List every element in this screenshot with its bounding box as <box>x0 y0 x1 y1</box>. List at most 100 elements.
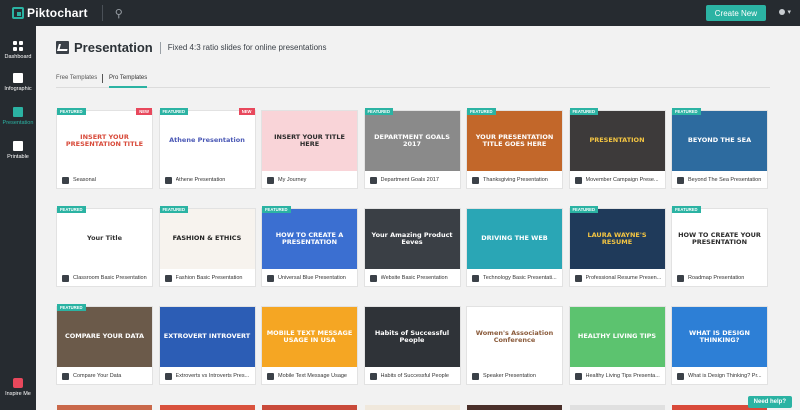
featured-badge: FEATURED <box>672 108 701 115</box>
template-thumbnail[interactable]: HOW TO CREATE A PRESENTATION <box>262 209 357 269</box>
template-card[interactable]: FASHION & ETHICS FEATURED Fashion Basic Pr… <box>159 206 255 286</box>
thumbnail-title: DRIVING THE WEB <box>481 234 548 243</box>
thumbnail-title: HOW TO CREATE A PRESENTATION <box>275 230 344 246</box>
template-card-partial[interactable] <box>569 405 665 410</box>
inspire-me-button[interactable]: Inspire Me <box>0 378 36 408</box>
template-card[interactable]: HOW TO CREATE YOUR PRESENTATION FEATURED R… <box>672 206 767 286</box>
active-tab-indicator <box>109 86 147 88</box>
presentation-type-icon <box>369 275 377 282</box>
presentation-type-icon <box>677 373 684 380</box>
presentation-type-icon <box>574 373 582 380</box>
template-thumbnail[interactable]: INSERT YOUR TITLE HERE <box>262 111 357 171</box>
template-thumbnail[interactable]: BEYOND THE SEA <box>672 111 767 171</box>
template-thumbnail[interactable]: DRIVING THE WEB <box>467 209 562 269</box>
thumbnail-title: DEPARTMENT GOALS 2017 <box>374 132 450 148</box>
template-thumbnail[interactable]: EXTROVERT INTROVERT <box>159 307 255 367</box>
featured-badge: FEATURED <box>159 206 188 213</box>
template-name: Professional Resume Presen... <box>585 275 662 281</box>
template-thumbnail[interactable]: Athene Presentation <box>159 111 255 171</box>
template-name: Fashion Basic Presentation <box>175 275 243 281</box>
template-card-partial[interactable] <box>364 405 460 410</box>
presentation-type-icon <box>472 275 479 282</box>
template-thumbnail[interactable]: YOUR PRESENTATION TITLE GOES HERE <box>467 111 562 171</box>
template-thumbnail[interactable]: WHAT IS DESIGN THINKING? <box>672 307 767 367</box>
search-icon[interactable]: ⚲ <box>115 7 123 20</box>
template-card[interactable]: HEALTHY LIVING TIPS Healthy Living Tips P… <box>569 307 665 384</box>
thumbnail-title: INSERT YOUR PRESENTATION TITLE <box>65 132 144 148</box>
template-card-partial[interactable] <box>467 405 562 410</box>
template-card[interactable]: INSERT YOUR TITLE HERE My Journey <box>262 111 357 188</box>
template-thumbnail[interactable]: Your Amazing Product Eeves <box>364 209 460 269</box>
presentation-type-icon <box>369 373 377 380</box>
template-name: Thanksgiving Presentation <box>483 177 548 183</box>
featured-badge: FEATURED <box>569 206 598 213</box>
presentation-type-icon <box>677 177 684 184</box>
template-thumbnail[interactable]: Your Title <box>57 209 152 269</box>
template-card[interactable]: Women's Association Conference Speaker Pr… <box>467 307 562 384</box>
user-menu[interactable]: ▾ <box>779 8 791 16</box>
template-card[interactable]: DEPARTMENT GOALS 2017 FEATURED Department … <box>364 108 460 188</box>
create-new-button[interactable]: Create New <box>705 5 766 21</box>
user-icon <box>779 9 786 15</box>
presentation-type-icon <box>62 177 69 184</box>
top-bar: Piktochart ⚲ Create New ▾ <box>0 0 800 26</box>
template-thumbnail[interactable]: INSERT YOUR PRESENTATION TITLE <box>57 111 152 171</box>
tab-pro-templates[interactable]: Pro Templates <box>109 75 147 81</box>
presentation-type-icon <box>267 177 274 184</box>
template-name: Extroverts vs Introverts Pres... <box>175 373 250 379</box>
template-thumbnail[interactable]: LAURA WAYNE'S RESUME <box>569 209 665 269</box>
presentation-type-icon <box>574 275 582 282</box>
sidebar-item-label: Printable <box>7 153 29 160</box>
template-thumbnail[interactable]: HOW TO CREATE YOUR PRESENTATION <box>672 209 767 269</box>
template-thumbnail[interactable]: DEPARTMENT GOALS 2017 <box>364 111 460 171</box>
template-card[interactable]: MOBILE TEXT MESSAGE USAGE IN USA Mobile T… <box>262 307 357 384</box>
template-card[interactable]: EXTROVERT INTROVERT Extroverts vs Introve… <box>159 307 255 384</box>
template-card[interactable]: HOW TO CREATE A PRESENTATION FEATURED Univ… <box>262 206 357 286</box>
template-card[interactable]: PRESENTATION FEATURED Movember Campaign Pr… <box>569 108 665 188</box>
template-thumbnail[interactable]: PRESENTATION <box>569 111 665 171</box>
template-thumbnail[interactable]: HEALTHY LIVING TIPS <box>569 307 665 367</box>
template-card[interactable]: YOUR PRESENTATION TITLE GOES HERE FEATURE… <box>467 108 562 188</box>
thumbnail-title: Your Amazing Product Eeves <box>371 230 453 246</box>
template-name: Speaker Presentation <box>483 373 536 379</box>
template-card[interactable]: Habits of Successful People Habits of Suc… <box>364 307 460 384</box>
sidebar-item-dashboard[interactable]: Dashboard <box>0 32 36 68</box>
sidebar-item-label: Dashboard <box>4 53 32 60</box>
sidebar-item-printable[interactable]: Printable <box>0 132 36 168</box>
template-thumbnail[interactable]: Women's Association Conference <box>467 307 562 367</box>
featured-badge: FEATURED <box>672 206 701 213</box>
presentation-type-icon <box>164 177 172 184</box>
tab-free-templates[interactable]: Free Templates <box>56 75 97 81</box>
template-tabs: Free Templates Pro Templates <box>56 72 770 88</box>
template-card[interactable]: Your Title FEATURED Classroom Basic Presen… <box>57 206 152 286</box>
template-thumbnail[interactable]: FASHION & ETHICS <box>159 209 255 269</box>
logo[interactable]: Piktochart <box>12 6 88 20</box>
sidebar-item-presentation[interactable]: Presentation <box>0 98 36 134</box>
sidebar-item-infographic[interactable]: Infographic <box>0 64 36 100</box>
template-name: Compare Your Data <box>73 373 122 379</box>
template-card[interactable]: INSERT YOUR PRESENTATION TITLE FEATURED NE… <box>57 108 152 188</box>
template-card-partial[interactable] <box>57 405 152 410</box>
template-card[interactable]: COMPARE YOUR DATA FEATURED Compare Your Da… <box>57 304 152 384</box>
template-card-partial[interactable] <box>262 405 357 410</box>
featured-badge: FEATURED <box>467 108 496 115</box>
template-thumbnail[interactable]: MOBILE TEXT MESSAGE USAGE IN USA <box>262 307 357 367</box>
featured-badge: FEATURED <box>569 108 598 115</box>
template-card[interactable]: Athene Presentation FEATURED NEW Athene Pre… <box>159 108 255 188</box>
template-thumbnail[interactable]: Habits of Successful People <box>364 307 460 367</box>
template-card[interactable]: Your Amazing Product Eeves Website Basic … <box>364 209 460 286</box>
template-card[interactable]: WHAT IS DESIGN THINKING? What is Design T… <box>672 307 767 384</box>
thumbnail-title: INSERT YOUR TITLE HERE <box>274 132 345 148</box>
presentation-type-icon <box>62 275 69 282</box>
template-card[interactable]: DRIVING THE WEB Technology Basic Presenta… <box>467 209 562 286</box>
presentation-type-icon <box>472 177 479 184</box>
template-card[interactable]: BEYOND THE SEA FEATURED Beyond The Sea Pre… <box>672 108 767 188</box>
need-help-button[interactable]: Need help? <box>747 396 792 408</box>
template-thumbnail[interactable]: COMPARE YOUR DATA <box>57 307 152 367</box>
printable-icon <box>13 140 23 151</box>
template-name: Website Basic Presentation <box>380 275 448 281</box>
template-card[interactable]: LAURA WAYNE'S RESUME FEATURED Professional… <box>569 206 665 286</box>
template-card-partial[interactable] <box>159 405 255 410</box>
page-subtitle: Fixed 4:3 ratio slides for online presen… <box>167 43 327 52</box>
thumbnail-title: PRESENTATION <box>589 136 645 145</box>
